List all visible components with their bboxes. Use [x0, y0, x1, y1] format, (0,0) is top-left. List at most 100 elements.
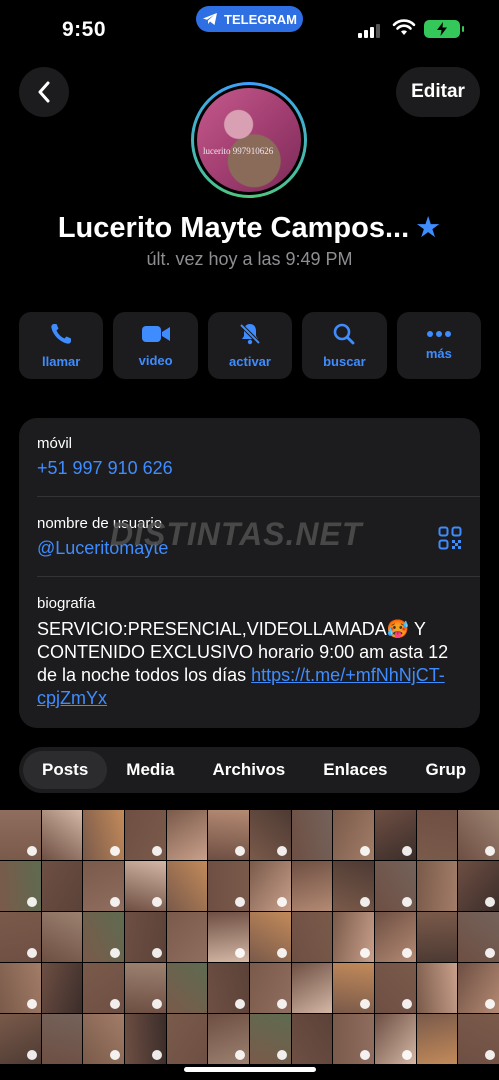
play-icon	[151, 846, 162, 856]
call-button[interactable]: llamar	[19, 312, 104, 379]
mobile-value[interactable]: +51 997 910 626	[37, 458, 480, 479]
tab-posts[interactable]: Posts	[23, 751, 108, 789]
telegram-pill[interactable]: TELEGRAM	[196, 6, 303, 32]
media-thumbnail[interactable]	[375, 1014, 416, 1064]
media-thumbnail[interactable]	[0, 810, 41, 860]
media-thumbnail[interactable]	[41, 1014, 83, 1064]
media-thumbnail[interactable]	[208, 963, 249, 1013]
play-icon	[485, 948, 495, 958]
media-thumbnail[interactable]	[208, 912, 249, 962]
media-thumbnail[interactable]	[0, 861, 41, 911]
mobile-row[interactable]: móvil +51 997 910 626	[37, 435, 480, 479]
media-thumbnail[interactable]	[375, 861, 416, 911]
media-thumbnail[interactable]	[375, 810, 416, 860]
media-thumbnail[interactable]	[41, 810, 83, 860]
media-thumbnail[interactable]	[125, 1014, 166, 1064]
video-label: video	[138, 353, 173, 368]
bio-text: SERVICIO:PRESENCIAL,VIDEOLLAMADA🥵 Y CONT…	[37, 618, 457, 710]
more-button[interactable]: más	[396, 312, 482, 379]
action-bar: llamar video activar buscar más	[19, 312, 482, 379]
media-thumbnail[interactable]	[333, 1014, 374, 1064]
play-icon	[485, 1050, 495, 1060]
battery-icon	[424, 20, 464, 38]
media-thumbnail[interactable]	[0, 963, 41, 1013]
media-thumbnail[interactable]	[416, 912, 458, 962]
media-thumbnail[interactable]	[458, 1014, 499, 1064]
media-thumbnail[interactable]	[291, 1014, 333, 1064]
media-thumbnail[interactable]	[166, 861, 208, 911]
media-thumbnail[interactable]	[125, 810, 166, 860]
media-thumbnail[interactable]	[41, 912, 83, 962]
media-thumbnail[interactable]	[333, 810, 374, 860]
info-card: móvil +51 997 910 626 nombre de usuario …	[19, 418, 480, 728]
media-thumbnail[interactable]	[250, 810, 291, 860]
media-thumbnail[interactable]	[291, 810, 333, 860]
media-thumbnail[interactable]	[416, 1014, 458, 1064]
avatar[interactable]: lucerito 997910626	[191, 82, 307, 198]
media-thumbnail[interactable]	[125, 912, 166, 962]
media-thumbnail[interactable]	[83, 912, 124, 962]
media-thumbnail[interactable]	[83, 810, 124, 860]
search-button[interactable]: buscar	[302, 312, 387, 379]
edit-button[interactable]: Editar	[396, 67, 480, 117]
media-thumbnail[interactable]	[375, 912, 416, 962]
play-icon	[26, 897, 37, 907]
tab-groups[interactable]: Grup	[407, 751, 481, 789]
media-thumbnail[interactable]	[166, 912, 208, 962]
media-thumbnail[interactable]	[41, 861, 83, 911]
media-thumbnail[interactable]	[250, 912, 291, 962]
play-icon	[401, 948, 412, 958]
media-thumbnail[interactable]	[333, 861, 374, 911]
media-thumbnail[interactable]	[416, 810, 458, 860]
last-seen: últ. vez hoy a las 9:49 PM	[146, 249, 353, 269]
tab-links[interactable]: Enlaces	[304, 751, 406, 789]
media-thumbnail[interactable]	[458, 963, 499, 1013]
media-thumbnail[interactable]	[208, 861, 249, 911]
play-icon	[110, 999, 120, 1009]
media-thumbnail[interactable]	[0, 1014, 41, 1064]
media-thumbnail[interactable]	[208, 810, 249, 860]
tab-media[interactable]: Media	[107, 751, 193, 789]
media-thumbnail[interactable]	[83, 861, 124, 911]
media-thumbnail[interactable]	[375, 963, 416, 1013]
media-thumbnail[interactable]	[291, 963, 333, 1013]
search-icon	[334, 323, 355, 345]
qr-code-icon[interactable]	[438, 526, 462, 550]
media-thumbnail[interactable]	[83, 963, 124, 1013]
media-thumbnail[interactable]	[416, 963, 458, 1013]
media-thumbnail[interactable]	[416, 861, 458, 911]
play-icon	[360, 846, 370, 856]
media-thumbnail[interactable]	[250, 963, 291, 1013]
media-thumbnail[interactable]	[125, 963, 166, 1013]
media-thumbnail[interactable]	[166, 963, 208, 1013]
call-label: llamar	[42, 354, 81, 369]
media-thumbnail[interactable]	[208, 1014, 249, 1064]
media-thumbnail[interactable]	[166, 1014, 208, 1064]
media-thumbnail[interactable]	[333, 963, 374, 1013]
media-thumbnail[interactable]	[458, 810, 499, 860]
media-grid	[0, 810, 499, 1080]
site-watermark: DISTINTAS.NET	[110, 516, 363, 552]
media-thumbnail[interactable]	[166, 810, 208, 860]
star-icon[interactable]: ★	[415, 212, 441, 244]
home-indicator[interactable]	[184, 1067, 316, 1072]
signal-icon	[358, 22, 382, 38]
video-button[interactable]: video	[113, 312, 198, 379]
media-thumbnail[interactable]	[458, 912, 499, 962]
chevron-left-icon	[38, 81, 50, 103]
unmute-button[interactable]: activar	[207, 312, 293, 379]
media-thumbnail[interactable]	[458, 861, 499, 911]
media-thumbnail[interactable]	[0, 912, 41, 962]
profile-name: Lucerito Mayte Campos... ★	[0, 210, 499, 245]
media-thumbnail[interactable]	[41, 963, 83, 1013]
media-thumbnail[interactable]	[83, 1014, 124, 1064]
media-thumbnail[interactable]	[291, 912, 333, 962]
media-thumbnail[interactable]	[333, 912, 374, 962]
media-thumbnail[interactable]	[250, 861, 291, 911]
back-button[interactable]	[19, 67, 69, 117]
mobile-label: móvil	[37, 435, 73, 452]
tab-files[interactable]: Archivos	[193, 751, 304, 789]
media-thumbnail[interactable]	[250, 1014, 291, 1064]
media-thumbnail[interactable]	[291, 861, 333, 911]
media-thumbnail[interactable]	[125, 861, 166, 911]
